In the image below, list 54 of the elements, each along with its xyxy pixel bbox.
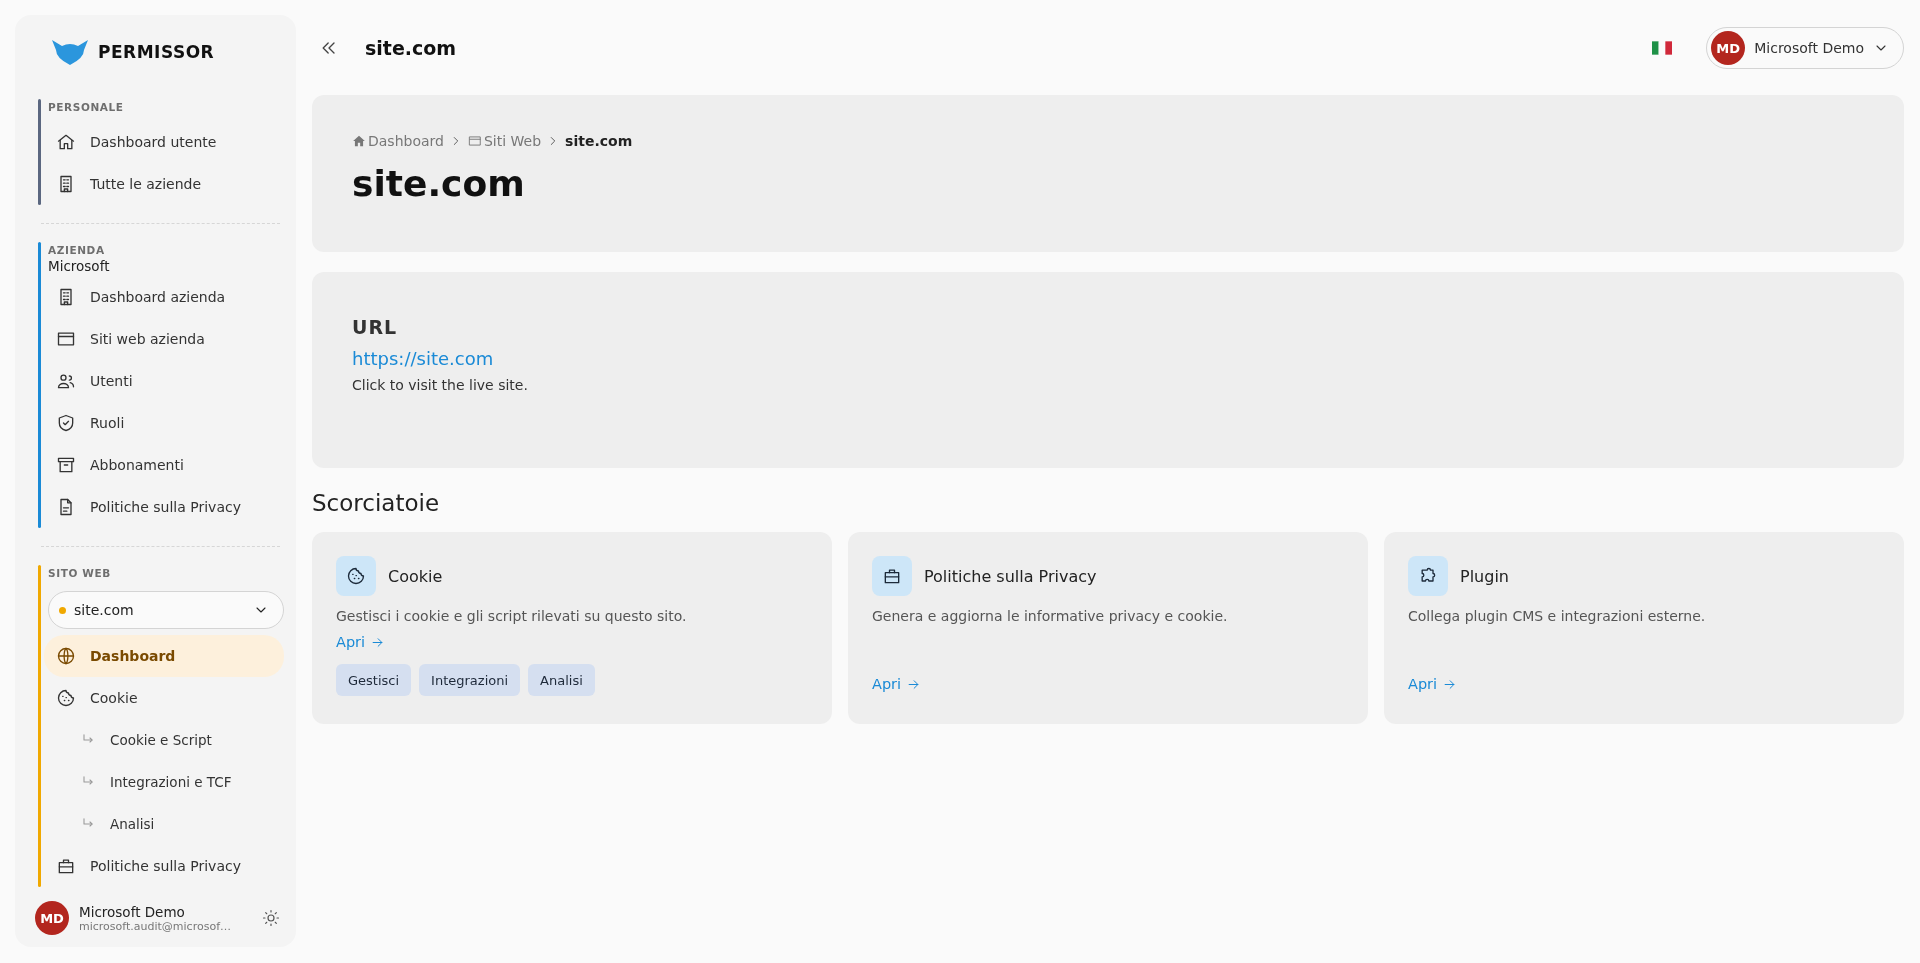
- user-name: Microsoft Demo: [79, 903, 186, 920]
- nav-item[interactable]: Tutte le aziende: [44, 163, 284, 205]
- browser-icon: [467, 134, 482, 148]
- nav-item[interactable]: Utenti: [44, 360, 284, 402]
- status-dot: [59, 606, 66, 614]
- home-icon: [56, 132, 76, 152]
- section-label: AZIENDA: [48, 244, 106, 256]
- tag-chip[interactable]: Gestisci: [336, 664, 412, 696]
- shield-icon: [56, 413, 76, 433]
- home-icon: [352, 134, 366, 148]
- italian-flag-icon: [1652, 41, 1673, 55]
- sun-icon: [262, 909, 280, 927]
- section-label: PERSONALE: [48, 101, 125, 113]
- site-select[interactable]: site.com: [48, 591, 284, 629]
- tag-chip[interactable]: Integrazioni: [419, 664, 521, 696]
- nav-subitem[interactable]: Analisi: [44, 803, 284, 845]
- nav-item[interactable]: Abbonamenti: [44, 444, 284, 486]
- nav-item[interactable]: Cookie: [44, 677, 284, 719]
- nav-item[interactable]: Siti web azienda: [44, 318, 284, 360]
- page-title: site.com: [365, 37, 457, 59]
- cookie-icon: [346, 566, 366, 586]
- company-name: Microsoft: [48, 258, 111, 274]
- nav-item[interactable]: Politiche sulla Privacy: [44, 845, 284, 887]
- breadcrumb-link[interactable]: Siti Web: [467, 133, 542, 149]
- avatar: MD: [1711, 31, 1746, 65]
- archive-icon: [56, 455, 76, 475]
- nav-subitem[interactable]: Integrazioni e TCF: [44, 761, 284, 803]
- cookie-icon: [56, 688, 76, 708]
- avatar: MD: [35, 901, 69, 935]
- nav-item[interactable]: Dashboard azienda: [44, 276, 284, 318]
- page-heading: site.com: [352, 163, 526, 204]
- nav-item[interactable]: Ruoli: [44, 402, 284, 444]
- url-description: Click to visit the live site.: [352, 377, 528, 393]
- card-title: Cookie: [388, 566, 443, 586]
- card-description: Gestisci i cookie e gli script rilevati su questo sito.: [336, 608, 687, 624]
- breadcrumb-link[interactable]: site.com: [565, 133, 633, 149]
- logo-text: PERMISSOR: [98, 42, 215, 62]
- card-title: Politiche sulla Privacy: [924, 566, 1097, 586]
- nav-item[interactable]: Dashboard utente: [44, 121, 284, 163]
- nav-item[interactable]: Dashboard: [44, 635, 284, 677]
- card-description: Collega plugin CMS e integrazioni esterne.: [1408, 608, 1706, 624]
- tag-chip[interactable]: Analisi: [528, 664, 595, 696]
- card-title: Plugin: [1460, 566, 1509, 586]
- section-heading: Scorciatoie: [312, 490, 441, 516]
- user-email: microsoft.audit@microsof…: [79, 919, 232, 933]
- breadcrumb-link[interactable]: Dashboard: [352, 133, 444, 149]
- card-description: Genera e aggiorna le informative privacy e cookie.: [872, 608, 1228, 624]
- user-menu-button[interactable]: MD Microsoft Demo: [1706, 27, 1904, 69]
- owl-logo-icon: [50, 38, 90, 66]
- nav-subitem[interactable]: Cookie e Script: [44, 719, 284, 761]
- section-label: SITO WEB: [48, 567, 112, 579]
- nav-item[interactable]: Politiche sulla Privacy: [44, 486, 284, 528]
- url-label: URL: [352, 316, 398, 338]
- globe-icon: [56, 646, 76, 666]
